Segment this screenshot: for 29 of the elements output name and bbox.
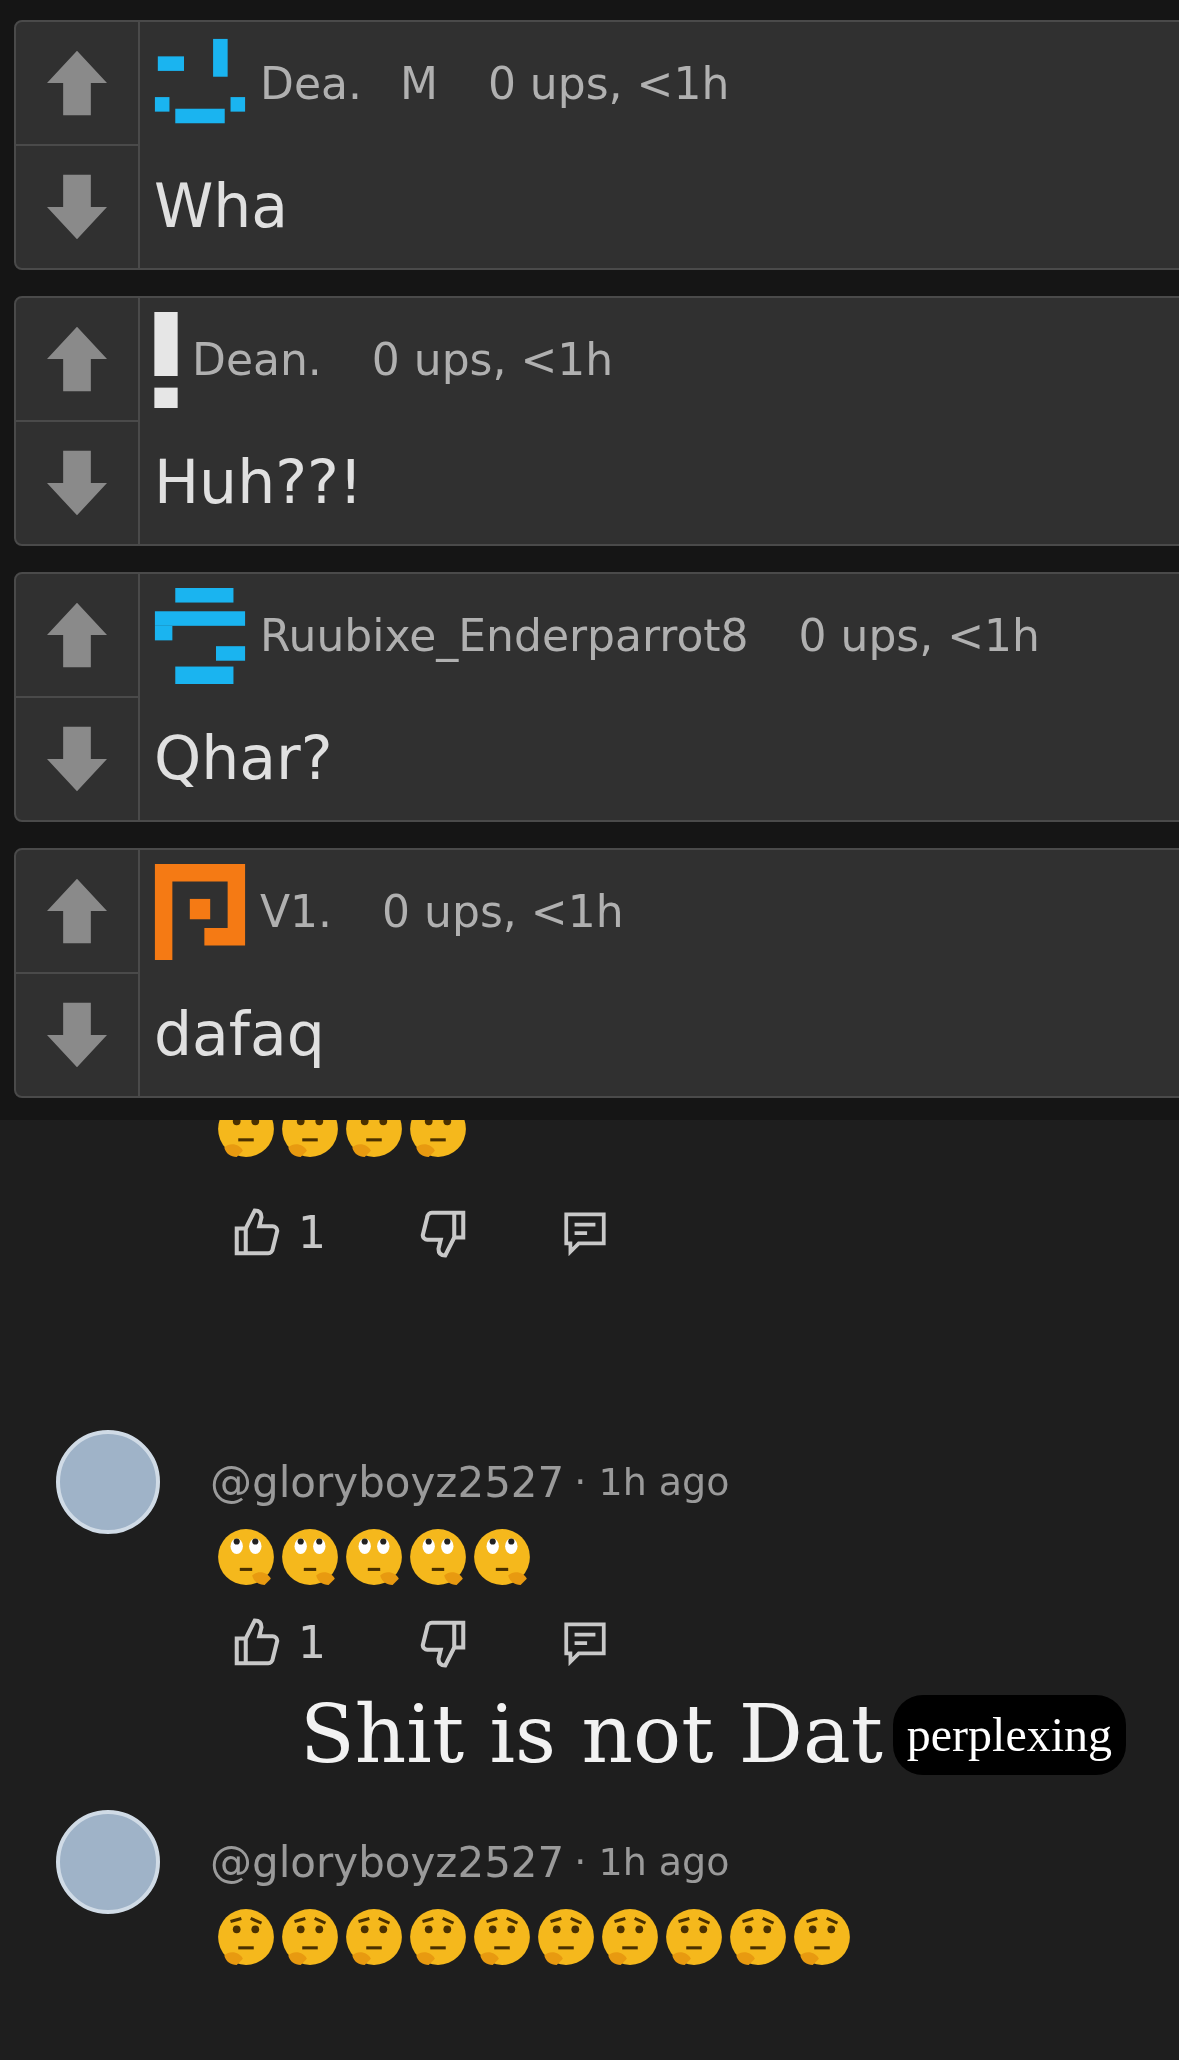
comment-text: dafaq — [154, 998, 326, 1071]
user-flair-label: M — [399, 57, 438, 111]
like-count: 1 — [298, 1206, 326, 1260]
up-arrow-icon — [47, 878, 107, 944]
like-count: 1 — [298, 1616, 326, 1670]
comment-meta: 0 ups, <1h — [371, 333, 614, 387]
username[interactable]: V1. — [260, 879, 333, 945]
username[interactable]: Dea. — [260, 51, 362, 117]
comment-time: · 1h ago — [574, 1458, 730, 1506]
comment-meta: 0 ups, <1h — [798, 609, 1040, 663]
comment-meta: 0 ups, <1h — [382, 885, 624, 939]
up-arrow-icon — [47, 326, 107, 392]
comment-text: Wha — [154, 170, 290, 243]
comment-author[interactable]: @gloryboyz2527 — [210, 1830, 565, 1894]
caption-highlight: perplexing — [892, 1695, 1127, 1775]
comment-author[interactable]: @gloryboyz2527 — [210, 1450, 565, 1514]
down-arrow-icon — [47, 726, 107, 792]
caption-text: Shit is not Dat — [300, 1695, 883, 1775]
comment-text: Huh??! — [154, 446, 364, 519]
username[interactable]: Ruubixe_Enderparrot8 — [260, 603, 749, 669]
down-arrow-icon — [47, 174, 107, 240]
up-arrow-icon — [47, 602, 107, 668]
down-arrow-icon — [47, 1002, 107, 1068]
comment-text: Qhar? — [154, 722, 334, 795]
comment-meta: 0 ups, <1h — [487, 57, 730, 111]
comment-time: · 1h ago — [574, 1838, 730, 1886]
username[interactable]: Dean. — [192, 327, 322, 393]
down-arrow-icon — [47, 450, 107, 516]
up-arrow-icon — [47, 50, 107, 116]
